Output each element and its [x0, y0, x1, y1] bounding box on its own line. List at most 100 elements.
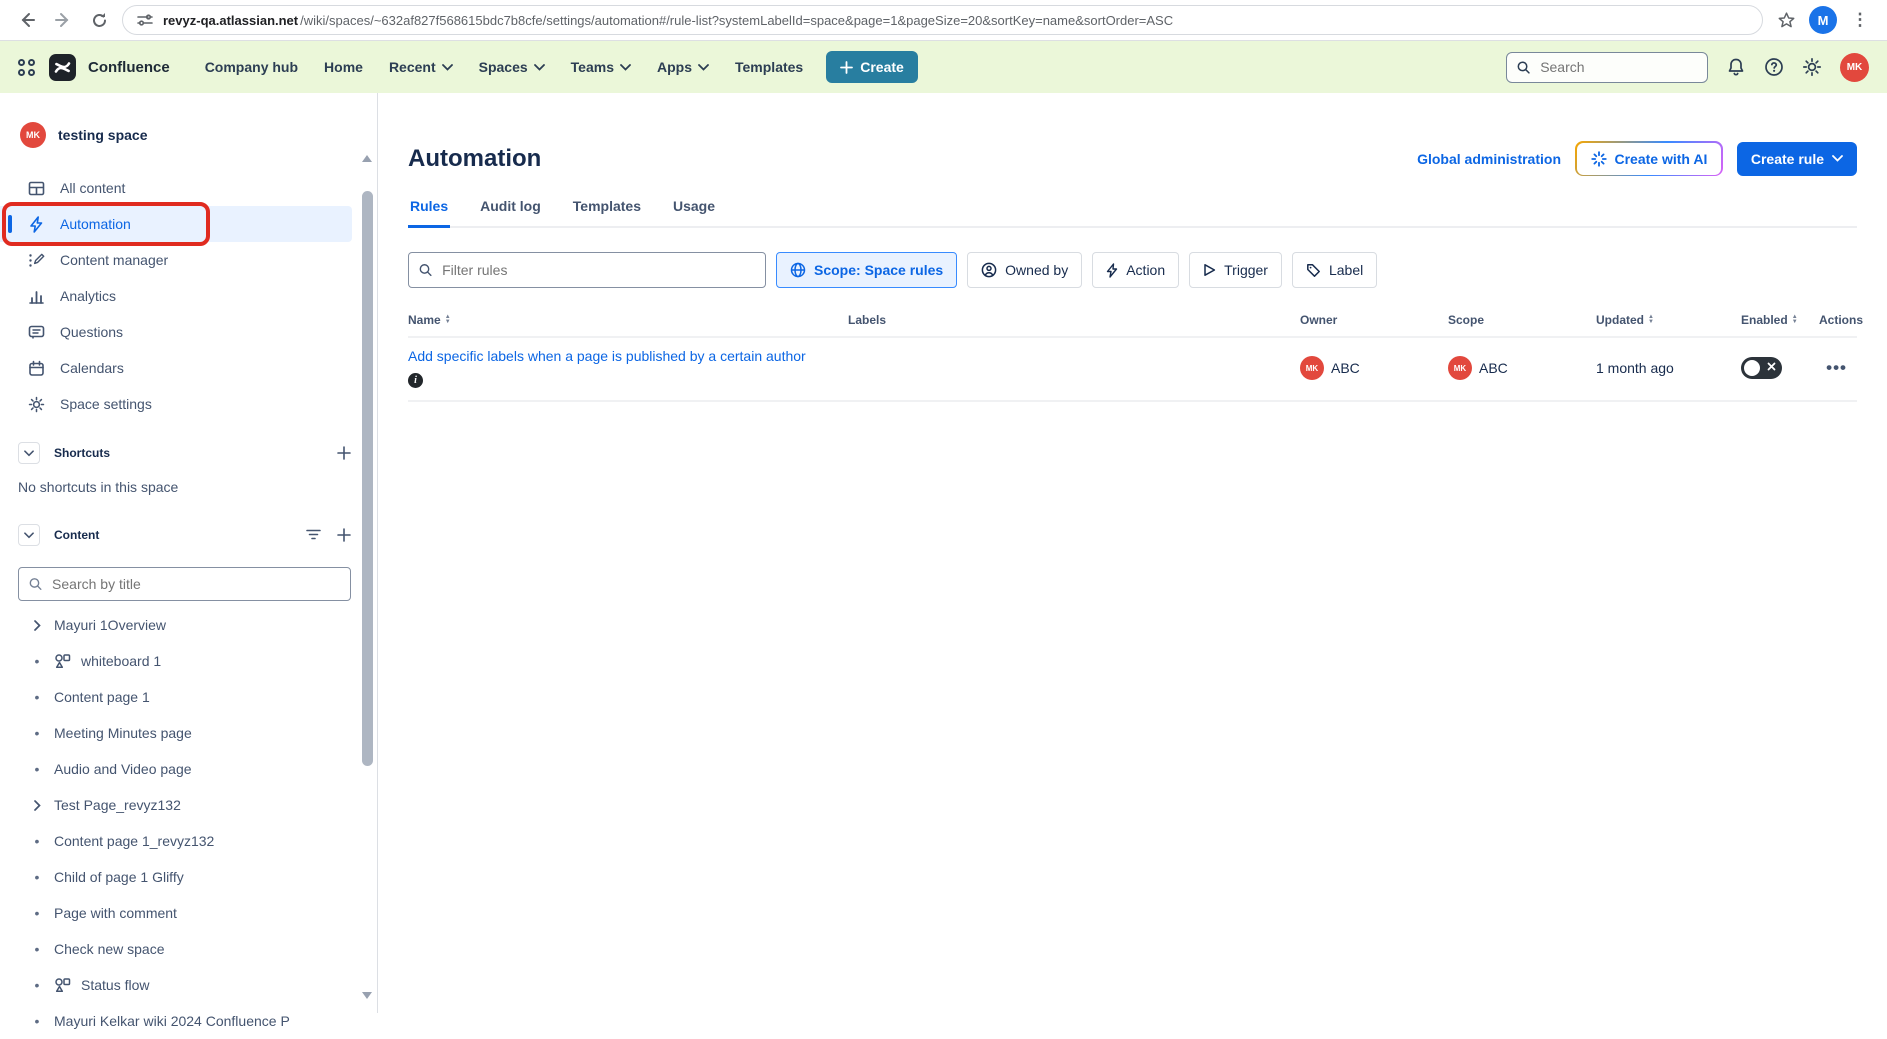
rule-enabled-cell	[1741, 357, 1819, 379]
browser-reload-icon[interactable]	[86, 7, 112, 33]
bookmark-star-icon[interactable]	[1773, 7, 1799, 33]
action-filter-chip[interactable]: Action	[1092, 252, 1179, 288]
page-item[interactable]: • Content page 1	[0, 679, 377, 715]
create-button[interactable]: Create	[826, 51, 918, 83]
page-item[interactable]: • Child of page 1 Gliffy	[0, 859, 377, 895]
owner-avatar: MK	[1300, 356, 1324, 380]
page-item[interactable]: • Audio and Video page	[0, 751, 377, 787]
scope-filter-chip[interactable]: Scope: Space rules	[776, 252, 957, 288]
trigger-filter-chip[interactable]: Trigger	[1189, 252, 1282, 288]
help-icon[interactable]	[1764, 57, 1784, 77]
sidebar-item-all-content[interactable]: All content	[0, 170, 352, 206]
enabled-toggle[interactable]	[1741, 357, 1782, 379]
sidebar-item-content-manager[interactable]: Content manager	[0, 242, 352, 278]
page-title: Automation	[408, 145, 541, 173]
content-collapse-chevron-icon[interactable]	[18, 524, 40, 546]
sidebar-scroll-up-icon[interactable]	[362, 155, 372, 162]
header-updated[interactable]: Updated ▲▼	[1596, 313, 1741, 327]
tab-usage[interactable]: Usage	[671, 198, 717, 226]
sidebar-scroll-down-icon[interactable]	[362, 992, 372, 999]
ai-sparkle-icon	[1591, 151, 1607, 167]
browser-profile-avatar[interactable]: M	[1809, 6, 1837, 34]
header-owner: Owner	[1300, 313, 1448, 327]
filter-rules-input[interactable]	[440, 261, 755, 279]
page-item[interactable]: • Status flow	[0, 967, 377, 1003]
global-search-input[interactable]	[1538, 58, 1697, 76]
page-item[interactable]: • whiteboard 1	[0, 643, 377, 679]
tab-audit-log[interactable]: Audit log	[478, 198, 543, 226]
global-administration-link[interactable]: Global administration	[1417, 151, 1561, 167]
search-icon	[419, 263, 432, 277]
user-avatar[interactable]: MK	[1840, 53, 1869, 82]
nav-item-templates[interactable]: Templates	[724, 51, 814, 83]
chevron-right-icon[interactable]	[30, 620, 44, 631]
bullet-icon: •	[30, 905, 44, 921]
app-switcher-icon[interactable]	[18, 59, 35, 76]
nav-item-recent[interactable]: Recent	[378, 51, 464, 83]
bullet-icon: •	[30, 941, 44, 957]
create-with-ai-button-inner[interactable]: Create with AI	[1577, 143, 1722, 175]
tab-templates[interactable]: Templates	[571, 198, 643, 226]
browser-menu-icon[interactable]: ⋮	[1847, 7, 1873, 33]
shortcuts-empty-text: No shortcuts in this space	[0, 471, 377, 499]
rule-name-link[interactable]: Add specific labels when a page is publi…	[408, 348, 806, 364]
header-name[interactable]: Name ▲▼	[408, 313, 848, 327]
page-item[interactable]: • Meeting Minutes page	[0, 715, 377, 751]
space-header[interactable]: MK testing space	[0, 93, 377, 151]
tag-icon	[1306, 263, 1321, 278]
nav-item-spaces[interactable]: Spaces	[468, 51, 556, 83]
settings-gear-icon[interactable]	[1802, 57, 1822, 77]
sort-icon: ▲▼	[445, 315, 451, 325]
owned-by-filter-chip[interactable]: Owned by	[967, 252, 1082, 288]
add-content-plus-icon[interactable]	[337, 528, 351, 542]
sidebar-search-input[interactable]	[50, 575, 340, 593]
space-name: testing space	[58, 127, 147, 143]
create-with-ai-button[interactable]: Create with AI	[1575, 141, 1723, 176]
header-enabled[interactable]: Enabled ▲▼	[1741, 313, 1819, 327]
page-item[interactable]: Mayuri 1Overview	[0, 607, 377, 643]
url-bar[interactable]: revyz-qa.atlassian.net /wiki/spaces/~632…	[122, 5, 1763, 35]
bullet-icon: •	[30, 869, 44, 885]
page-item[interactable]: • Page with comment	[0, 895, 377, 931]
global-search[interactable]	[1506, 52, 1708, 83]
shortcuts-section-header: Shortcuts	[0, 435, 377, 471]
nav-item-home[interactable]: Home	[313, 51, 374, 83]
browser-forward-icon[interactable]	[50, 7, 76, 33]
tab-rules[interactable]: Rules	[408, 198, 450, 228]
add-shortcut-plus-icon[interactable]	[337, 446, 351, 460]
nav-item-teams[interactable]: Teams	[560, 51, 642, 83]
chevron-right-icon[interactable]	[30, 800, 44, 811]
space-avatar: MK	[20, 122, 46, 148]
sidebar-item-questions[interactable]: Questions	[0, 314, 352, 350]
label-filter-chip[interactable]: Label	[1292, 252, 1377, 288]
sidebar-item-label: Automation	[60, 216, 131, 232]
sidebar-item-analytics[interactable]: Analytics	[0, 278, 352, 314]
plus-icon	[840, 61, 853, 74]
sidebar-title-search[interactable]	[18, 567, 351, 601]
info-icon[interactable]: i	[408, 373, 423, 388]
page-item[interactable]: • Check new space	[0, 931, 377, 967]
browser-back-icon[interactable]	[14, 7, 40, 33]
sidebar-item-space-settings[interactable]: Space settings	[0, 386, 352, 422]
create-rule-button[interactable]: Create rule	[1737, 142, 1857, 176]
site-settings-icon[interactable]	[137, 12, 153, 28]
page-item[interactable]: Test Page_revyz132	[0, 787, 377, 823]
sidebar-item-calendars[interactable]: Calendars	[0, 350, 352, 386]
rule-actions-menu[interactable]: •••	[1819, 358, 1857, 378]
sidebar-item-automation[interactable]: Automation	[0, 206, 352, 242]
page-item[interactable]: • Mayuri Kelkar wiki 2024 Confluence P	[0, 1003, 377, 1039]
bullet-icon: •	[30, 1013, 44, 1029]
shortcuts-collapse-chevron-icon[interactable]	[18, 442, 40, 464]
content-filter-icon[interactable]	[306, 528, 321, 542]
url-host: revyz-qa.atlassian.net	[163, 13, 298, 28]
nav-item-apps[interactable]: Apps	[646, 51, 720, 83]
notifications-bell-icon[interactable]	[1726, 57, 1746, 77]
automation-tabs: Rules Audit log Templates Usage	[408, 198, 1857, 228]
filter-bar: Scope: Space rules Owned by Action Trigg…	[408, 252, 1857, 288]
page-item[interactable]: • Content page 1_revyz132	[0, 823, 377, 859]
app-navigation: Confluence Company hub Home Recent Space…	[0, 41, 1887, 93]
sidebar-scrollbar[interactable]	[362, 191, 373, 766]
nav-item-company-hub[interactable]: Company hub	[194, 51, 309, 83]
filter-rules-search[interactable]	[408, 252, 766, 288]
confluence-logo-icon[interactable]	[49, 54, 76, 81]
